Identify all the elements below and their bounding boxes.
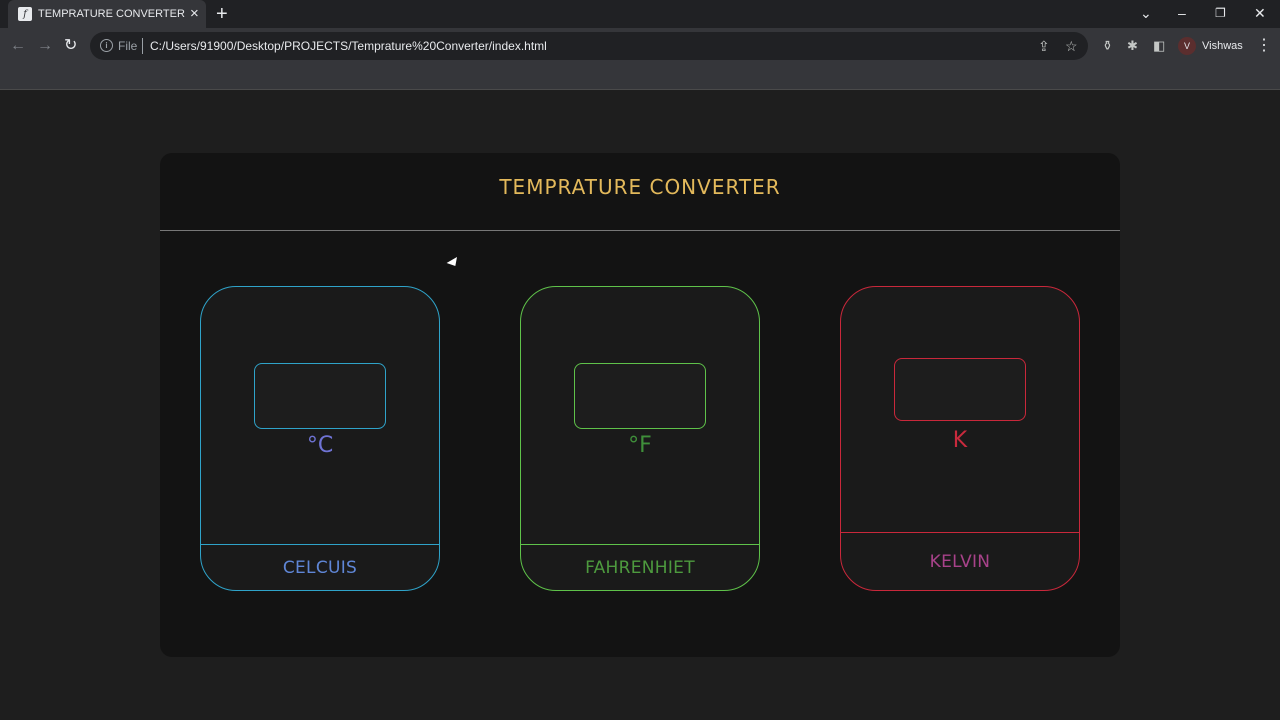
url-scheme-label: File	[118, 39, 138, 53]
site-info-icon[interactable]: i	[100, 39, 113, 52]
page-viewport: TEMPRATURE CONVERTER °C CELCUIS °F FAHRE…	[0, 90, 1280, 720]
celsius-panel: °C CELCUIS	[200, 286, 440, 591]
profile-name[interactable]: Vishwas	[1202, 40, 1243, 52]
close-window-icon[interactable]: ✕	[1254, 4, 1266, 22]
converter-card: TEMPRATURE CONVERTER °C CELCUIS °F FAHRE…	[160, 153, 1120, 657]
fahrenheit-name-label: FAHRENHIET	[585, 557, 695, 578]
kelvin-unit-label: K	[952, 428, 968, 453]
close-tab-icon[interactable]: ×	[190, 5, 199, 23]
tab-title: TEMPRATURE CONVERTER	[38, 8, 185, 20]
page-favicon-icon: f	[18, 7, 32, 21]
side-panel-icon[interactable]: ◧	[1153, 38, 1165, 54]
kelvin-input[interactable]	[894, 358, 1026, 421]
tab-strip: f TEMPRATURE CONVERTER × + ⌄ – ❐ ✕	[0, 0, 1280, 28]
bookmarks-bar	[0, 64, 1280, 90]
celsius-footer: CELCUIS	[201, 544, 439, 590]
forward-arrow-icon[interactable]: →	[37, 36, 53, 56]
fahrenheit-footer: FAHRENHIET	[521, 544, 759, 590]
share-icon[interactable]: ⇪	[1038, 38, 1050, 54]
address-bar[interactable]: i File C:/Users/91900/Desktop/PROJECTS/T…	[90, 32, 1088, 60]
fahrenheit-panel: °F FAHRENHIET	[520, 286, 760, 591]
celsius-name-label: CELCUIS	[282, 557, 358, 578]
restore-window-icon[interactable]: ❐	[1215, 4, 1226, 22]
fahrenheit-input[interactable]	[574, 363, 706, 429]
extension-icon[interactable]: ⚱	[1102, 38, 1113, 54]
kelvin-footer: KELVIN	[841, 532, 1079, 590]
celsius-unit-label: °C	[306, 433, 334, 458]
browser-tab[interactable]: f TEMPRATURE CONVERTER ×	[8, 0, 206, 28]
kelvin-name-label: KELVIN	[929, 551, 991, 572]
bookmark-star-icon[interactable]: ☆	[1065, 38, 1078, 54]
browser-toolbar: ← → ↻ i File C:/Users/91900/Desktop/PROJ…	[0, 28, 1280, 64]
tab-search-chevron-icon[interactable]: ⌄	[1140, 4, 1152, 22]
minimize-window-icon[interactable]: –	[1178, 4, 1186, 22]
extensions-puzzle-icon[interactable]: ✱	[1127, 38, 1138, 54]
kelvin-panel: K KELVIN	[840, 286, 1080, 591]
reload-icon[interactable]: ↻	[64, 36, 77, 56]
page-title: TEMPRATURE CONVERTER	[499, 175, 781, 199]
back-arrow-icon[interactable]: ←	[10, 36, 26, 56]
url-text[interactable]: C:/Users/91900/Desktop/PROJECTS/Tempratu…	[150, 39, 547, 53]
title-divider	[160, 230, 1120, 231]
browser-menu-icon[interactable]: ⋮	[1256, 36, 1272, 56]
url-separator	[142, 38, 143, 54]
celsius-input[interactable]	[254, 363, 386, 429]
new-tab-icon[interactable]: +	[216, 3, 228, 25]
fahrenheit-unit-label: °F	[628, 433, 652, 458]
avatar[interactable]: V	[1178, 37, 1196, 55]
